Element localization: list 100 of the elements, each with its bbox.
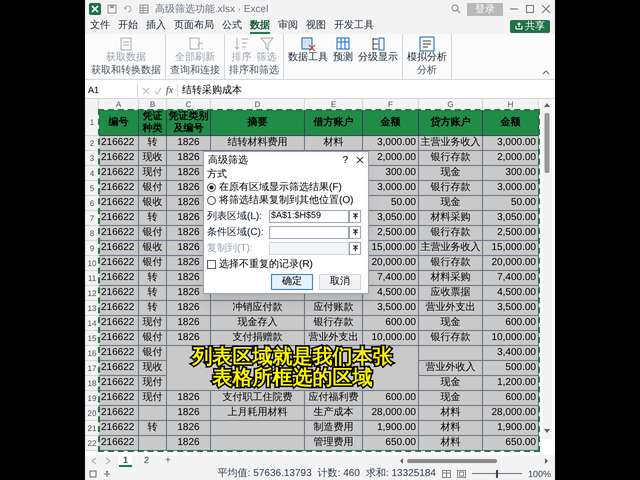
share-button[interactable]: 共享 bbox=[510, 20, 550, 32]
radio-button[interactable] bbox=[207, 183, 216, 192]
table-cell: 应付账款 bbox=[305, 301, 363, 316]
table-cell: 1826 bbox=[167, 421, 211, 436]
range-picker-button[interactable] bbox=[349, 210, 361, 222]
menu-tab[interactable]: 页面布局 bbox=[174, 18, 214, 34]
zoom-level[interactable]: 100% bbox=[528, 468, 551, 480]
ribbon-button[interactable]: 数据工具 bbox=[288, 36, 328, 64]
accessibility-icon[interactable] bbox=[103, 470, 111, 478]
undo-icon[interactable] bbox=[123, 4, 133, 14]
table-cell: 支付捐赠款 bbox=[211, 331, 305, 346]
data-tools-icon bbox=[300, 36, 316, 52]
checkbox[interactable] bbox=[207, 260, 216, 269]
group-label: 查询和连接 bbox=[170, 65, 220, 77]
zoom-slider[interactable] bbox=[472, 470, 522, 478]
sheet-tab[interactable]: 1 bbox=[119, 455, 132, 467]
table-cell: 现付 bbox=[139, 316, 167, 331]
close-icon[interactable] bbox=[356, 156, 364, 164]
range-picker-button[interactable] bbox=[349, 226, 361, 238]
sheet-tab[interactable]: 2 bbox=[140, 455, 154, 467]
range-picker-button[interactable] bbox=[349, 242, 361, 254]
table-cell: 现付 bbox=[139, 166, 167, 181]
help-button[interactable]: ? bbox=[338, 152, 352, 168]
header-cell: 编号 bbox=[99, 110, 139, 136]
collapse-dialog-icon bbox=[352, 212, 358, 220]
table-cell: 营业外支出 bbox=[419, 301, 483, 316]
table-cell: 3,500.00 bbox=[483, 301, 539, 316]
table-cell: 28,000.00 bbox=[363, 406, 419, 421]
table-cell: 2,000.00 bbox=[483, 151, 539, 166]
table-cell: 银付 bbox=[139, 346, 167, 361]
ribbon-button[interactable]: 模拟分析 bbox=[407, 36, 447, 64]
table-cell: 216622 bbox=[99, 421, 139, 436]
table-cell: 1826 bbox=[167, 436, 211, 451]
horizontal-scrollbar[interactable] bbox=[399, 457, 549, 465]
table-cell: 现付 bbox=[139, 376, 167, 391]
maximize-icon[interactable] bbox=[525, 4, 535, 14]
table-cell: 转 bbox=[139, 271, 167, 286]
table-cell: 主营业务收入 bbox=[419, 136, 483, 151]
menu-tab[interactable]: 审阅 bbox=[278, 18, 298, 34]
previous-sheet-icon[interactable] bbox=[91, 457, 97, 465]
dialog-title: 高级筛选 bbox=[208, 154, 249, 168]
table-cell: 1826 bbox=[167, 391, 211, 406]
excel-logo-icon[interactable] bbox=[89, 3, 101, 15]
window-title: 高级筛选功能.xlsx · Excel bbox=[155, 2, 270, 16]
table-cell bbox=[139, 406, 167, 421]
table-cell: 转 bbox=[139, 301, 167, 316]
normal-view-icon[interactable] bbox=[442, 470, 451, 478]
table-cell: 银收 bbox=[139, 241, 167, 256]
radio-button[interactable] bbox=[207, 196, 216, 205]
range-field[interactable] bbox=[269, 226, 349, 238]
page-layout-icon[interactable] bbox=[456, 470, 466, 478]
table-cell: 7,400.00 bbox=[483, 271, 539, 286]
menu-tab[interactable]: 视图 bbox=[306, 18, 326, 34]
table-cell: 500.00 bbox=[483, 361, 539, 376]
table-cell: 216622 bbox=[99, 181, 139, 196]
collapse-ribbon-icon[interactable] bbox=[542, 68, 550, 76]
save-icon[interactable] bbox=[107, 4, 117, 14]
table-cell: 216622 bbox=[99, 241, 139, 256]
add-sheet-button[interactable]: + bbox=[161, 456, 175, 466]
table-icon[interactable] bbox=[139, 4, 149, 14]
menu-tab[interactable]: 开发工具 bbox=[334, 18, 374, 34]
ready-icon[interactable] bbox=[89, 470, 97, 478]
fx-button[interactable]: fx bbox=[166, 83, 174, 98]
cancel-button[interactable]: 取消 bbox=[319, 274, 361, 290]
range-field[interactable]: $A$1:$H$59 bbox=[269, 210, 349, 222]
table-cell: 3,000.00 bbox=[363, 136, 419, 151]
menu-tab[interactable]: 开始 bbox=[118, 18, 138, 34]
table-cell: 银行存款 bbox=[419, 256, 483, 271]
search-icon[interactable] bbox=[451, 4, 461, 14]
next-sheet-icon[interactable] bbox=[105, 457, 111, 465]
formula-input[interactable]: 结转采购成本 bbox=[177, 84, 552, 97]
outline-icon bbox=[370, 36, 386, 52]
table-cell: 1,900.00 bbox=[483, 421, 539, 436]
table-cell: 10,000.00 bbox=[363, 331, 419, 346]
menu-tab[interactable]: 公式 bbox=[222, 18, 242, 34]
vertical-scrollbar[interactable] bbox=[542, 99, 552, 439]
group-label: 排序和筛选 bbox=[229, 65, 279, 77]
table-cell: 银行存款 bbox=[419, 181, 483, 196]
ok-button[interactable]: 确定 bbox=[271, 274, 313, 290]
option-label: 在原有区域显示筛选结果(F) bbox=[219, 180, 342, 194]
header-cell: 凭证类别及编号 bbox=[167, 110, 211, 136]
table-cell bbox=[139, 436, 167, 451]
ribbon-button[interactable]: 预测 bbox=[333, 36, 353, 64]
table-cell: 银收 bbox=[139, 196, 167, 211]
ribbon-button[interactable]: 分级显示 bbox=[358, 36, 398, 64]
name-box[interactable]: A1 bbox=[88, 84, 138, 98]
menu-tab[interactable]: 插入 bbox=[146, 18, 166, 34]
table-cell: 216622 bbox=[99, 361, 139, 376]
header-cell: 贷方账户 bbox=[419, 110, 483, 136]
table-cell: 1826 bbox=[167, 301, 211, 316]
option-label: 将筛选结果复制到其他位置(O) bbox=[219, 194, 354, 208]
table-cell: 216622 bbox=[99, 301, 139, 316]
table-cell: 50.00 bbox=[483, 196, 539, 211]
table-cell: 现金 bbox=[419, 376, 483, 391]
table-cell: 结转材料费用 bbox=[211, 136, 305, 151]
table-cell: 4,500.00 bbox=[483, 286, 539, 301]
header-cell: 金额 bbox=[363, 110, 419, 136]
header-cell: 摘要 bbox=[211, 110, 305, 136]
table-cell: 3,000.00 bbox=[483, 136, 539, 151]
menu-tab[interactable]: 文件 bbox=[90, 18, 110, 34]
